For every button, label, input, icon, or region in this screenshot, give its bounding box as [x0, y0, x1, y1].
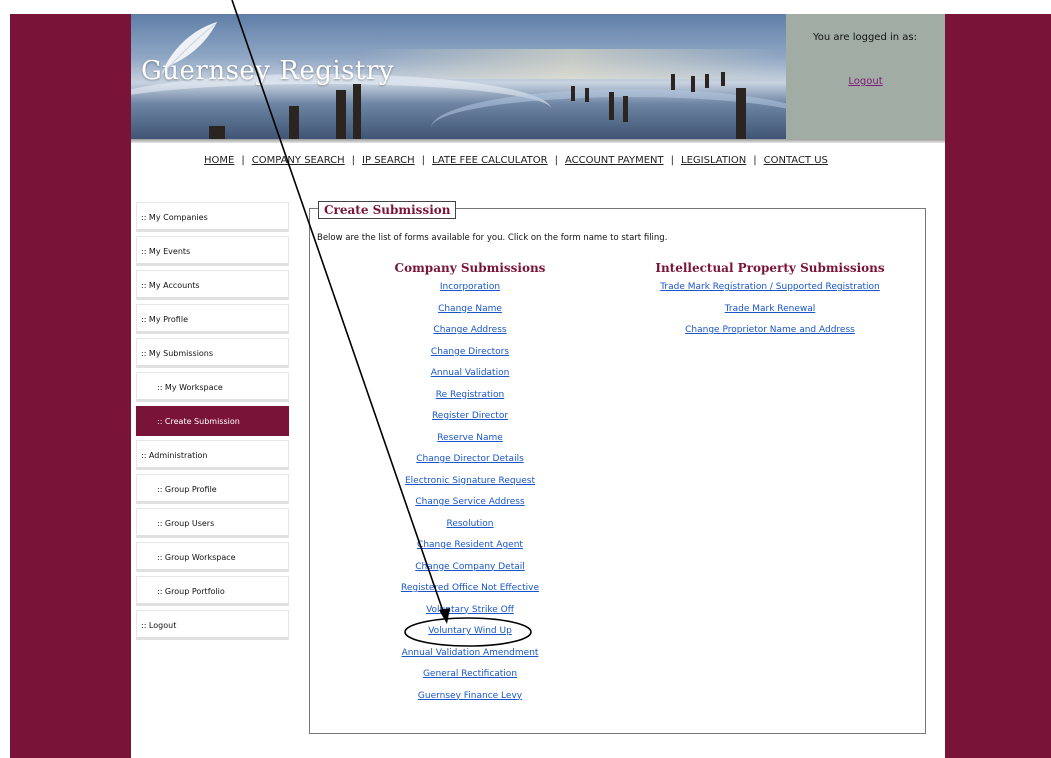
- form-link-voluntary-wind-up[interactable]: Voluntary Wind Up: [355, 624, 585, 646]
- form-link-change-director-details[interactable]: Change Director Details: [355, 452, 585, 474]
- banner-post: [623, 96, 628, 122]
- company-submissions-heading: Company Submissions: [394, 261, 546, 275]
- sidebar-item-create-submission[interactable]: :: Create Submission: [136, 406, 289, 436]
- sidebar-item-group-profile[interactable]: :: Group Profile: [136, 474, 289, 504]
- form-link-guernsey-finance-levy[interactable]: Guernsey Finance Levy: [355, 689, 585, 711]
- nav-separator: |: [670, 155, 675, 166]
- banner-post: [671, 74, 675, 90]
- sidebar-item-my-submissions[interactable]: :: My Submissions: [136, 338, 289, 368]
- login-status-text: You are logged in as:: [812, 32, 917, 43]
- sidebar-item-my-companies[interactable]: :: My Companies: [136, 202, 289, 232]
- form-link-reserve-name[interactable]: Reserve Name: [355, 431, 585, 453]
- sidebar-item-my-accounts[interactable]: :: My Accounts: [136, 270, 289, 300]
- form-link-register-director[interactable]: Register Director: [355, 409, 585, 431]
- nav-home[interactable]: HOME: [204, 155, 234, 166]
- nav-separator: |: [554, 155, 558, 166]
- ip-submissions-heading: Intellectual Property Submissions: [655, 261, 885, 275]
- left-border-band: [10, 14, 131, 758]
- form-link-change-resident-agent[interactable]: Change Resident Agent: [355, 538, 585, 560]
- header-banner: Guernsey Registry: [131, 14, 786, 139]
- panel-intro-text: Below are the list of forms available fo…: [317, 233, 668, 243]
- nav-late-fee-calculator[interactable]: LATE FEE CALCULATOR: [432, 155, 548, 166]
- form-link-electronic-signature-request[interactable]: Electronic Signature Request: [355, 474, 585, 496]
- form-link-trade-mark-registration[interactable]: Trade Mark Registration / Supported Regi…: [615, 280, 925, 302]
- form-link-change-name[interactable]: Change Name: [355, 302, 585, 324]
- nav-ip-search[interactable]: IP SEARCH: [362, 155, 415, 166]
- form-link-re-registration[interactable]: Re Registration: [355, 388, 585, 410]
- top-navigation: HOME | COMPANY SEARCH | IP SEARCH | LATE FEE C…: [204, 155, 828, 166]
- banner-post: [691, 76, 695, 92]
- form-link-change-directors[interactable]: Change Directors: [355, 345, 585, 367]
- banner-post: [336, 90, 346, 139]
- nav-separator: |: [753, 155, 757, 166]
- form-link-change-company-detail[interactable]: Change Company Detail: [355, 560, 585, 582]
- banner-post: [609, 92, 614, 120]
- banner-post: [721, 72, 725, 86]
- banner-post: [736, 88, 746, 139]
- sidebar-item-administration[interactable]: :: Administration: [136, 440, 289, 470]
- banner-post: [209, 126, 225, 139]
- form-link-trade-mark-renewal[interactable]: Trade Mark Renewal: [615, 302, 925, 324]
- nav-company-search[interactable]: COMPANY SEARCH: [252, 155, 345, 166]
- banner-post: [705, 74, 709, 88]
- header-divider: [131, 139, 945, 143]
- right-border-band: [945, 14, 1051, 758]
- form-link-change-address[interactable]: Change Address: [355, 323, 585, 345]
- form-link-annual-validation[interactable]: Annual Validation: [355, 366, 585, 388]
- ip-submissions-column: Intellectual Property Submissions Trade …: [615, 261, 925, 345]
- sidebar-item-my-profile[interactable]: :: My Profile: [136, 304, 289, 334]
- form-link-general-rectification[interactable]: General Rectification: [355, 667, 585, 689]
- banner-post: [585, 88, 589, 102]
- banner-post: [571, 86, 575, 101]
- form-link-registered-office-not-effective[interactable]: Registered Office Not Effective: [355, 581, 585, 603]
- create-submission-panel: Create Submission Below are the list of …: [309, 201, 926, 734]
- banner-post: [353, 84, 361, 139]
- sidebar-item-group-portfolio[interactable]: :: Group Portfolio: [136, 576, 289, 606]
- form-link-incorporation[interactable]: Incorporation: [355, 280, 585, 302]
- sidebar-item-my-workspace[interactable]: :: My Workspace: [136, 372, 289, 402]
- form-link-voluntary-strike-off[interactable]: Voluntary Strike Off: [355, 603, 585, 625]
- nav-separator: |: [351, 155, 356, 166]
- site-logo-text: Guernsey Registry: [141, 56, 395, 86]
- login-status-label: You are logged in as:: [786, 32, 945, 43]
- sidebar: :: My Companies :: My Events :: My Accou…: [136, 202, 289, 644]
- login-status-box: You are logged in as: Logout: [786, 14, 945, 139]
- page-container: Guernsey Registry You are logged in as: …: [131, 14, 945, 758]
- form-link-resolution[interactable]: Resolution: [355, 517, 585, 539]
- form-link-change-service-address[interactable]: Change Service Address: [355, 495, 585, 517]
- nav-legislation[interactable]: LEGISLATION: [681, 155, 746, 166]
- panel-title: Create Submission: [318, 201, 457, 219]
- banner-post: [289, 106, 299, 139]
- form-link-annual-validation-amendment[interactable]: Annual Validation Amendment: [355, 646, 585, 668]
- company-submissions-column: Company Submissions Incorporation Change…: [355, 261, 585, 710]
- sidebar-item-group-users[interactable]: :: Group Users: [136, 508, 289, 538]
- nav-contact-us[interactable]: CONTACT US: [764, 155, 828, 166]
- sidebar-item-logout[interactable]: :: Logout: [136, 610, 289, 640]
- nav-separator: |: [421, 155, 426, 166]
- sidebar-item-my-events[interactable]: :: My Events: [136, 236, 289, 266]
- nav-account-payment[interactable]: ACCOUNT PAYMENT: [565, 155, 664, 166]
- form-link-change-proprietor-name-and-address[interactable]: Change Proprietor Name and Address: [615, 323, 925, 345]
- banner-sky-glow: [361, 49, 781, 79]
- nav-separator: |: [241, 155, 245, 166]
- sidebar-item-group-workspace[interactable]: :: Group Workspace: [136, 542, 289, 572]
- header-logout-link[interactable]: Logout: [786, 76, 945, 87]
